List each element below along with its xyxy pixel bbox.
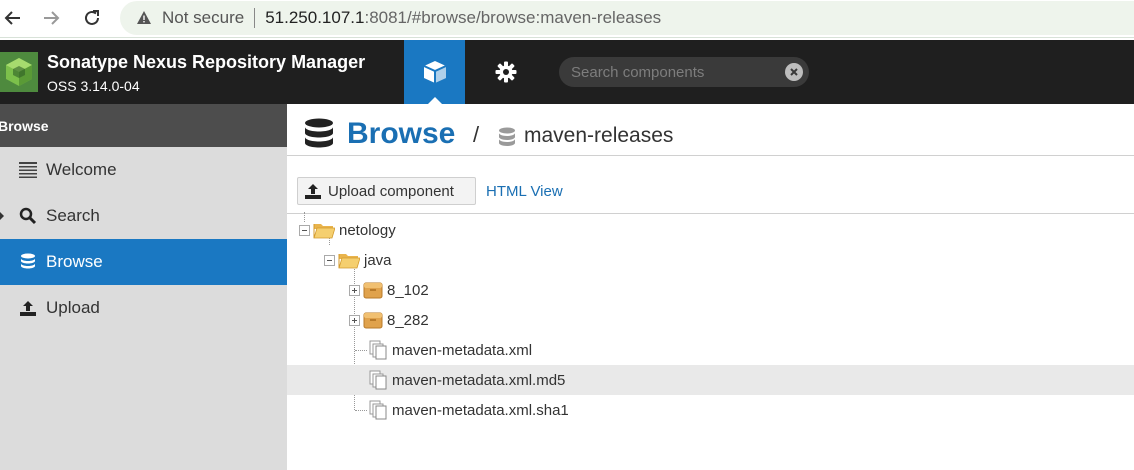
upload-component-label: Upload component bbox=[328, 182, 454, 200]
sidebar-item-browse[interactable]: Browse bbox=[0, 239, 287, 285]
admin-mode-button[interactable] bbox=[480, 40, 532, 104]
sidebar: Browse Welcome Search Browse Upload bbox=[0, 104, 287, 470]
tree-row[interactable]: maven-metadata.xml bbox=[287, 335, 1134, 365]
divider bbox=[254, 8, 256, 28]
upload-icon bbox=[18, 298, 38, 318]
app-title: Sonatype Nexus Repository Manager bbox=[47, 52, 366, 72]
tree-node-label: 8_102 bbox=[387, 281, 429, 299]
sidebar-item-welcome[interactable]: Welcome bbox=[0, 147, 287, 193]
database-icon bbox=[18, 252, 38, 272]
tree-node-label: maven-metadata.xml.sha1 bbox=[392, 401, 569, 419]
forward-button[interactable] bbox=[38, 5, 64, 31]
sidebar-heading-label: Browse bbox=[0, 117, 49, 134]
tree-node-label: netology bbox=[339, 221, 396, 239]
clear-search-icon[interactable] bbox=[785, 63, 803, 81]
url-path: :8081/#browse/browse:maven-releases bbox=[364, 8, 662, 27]
cube-icon bbox=[423, 61, 446, 83]
app-header: Sonatype Nexus Repository Manager OSS 3.… bbox=[0, 40, 1134, 104]
reload-icon bbox=[85, 10, 99, 25]
repository-icon bbox=[499, 127, 515, 146]
database-icon bbox=[305, 118, 333, 148]
expand-arrow-icon[interactable] bbox=[0, 212, 4, 220]
arrow-left-icon bbox=[4, 11, 20, 25]
tree-row[interactable]: 8_102 bbox=[287, 275, 1134, 305]
breadcrumb-separator: / bbox=[473, 122, 480, 147]
search-input[interactable] bbox=[571, 63, 771, 81]
folder-open-icon bbox=[338, 253, 360, 268]
back-button[interactable] bbox=[0, 5, 26, 31]
tree-row[interactable]: 8_282 bbox=[287, 305, 1134, 335]
security-label: Not secure bbox=[162, 8, 245, 27]
upload-component-button[interactable]: Upload component bbox=[297, 177, 476, 205]
url-host: 51.250.107.1 bbox=[265, 8, 365, 27]
warning-icon bbox=[137, 11, 151, 24]
expand-icon[interactable] bbox=[349, 284, 360, 296]
upload-icon bbox=[304, 183, 322, 200]
component-box-icon bbox=[363, 312, 383, 329]
browser-toolbar: Not secure 51.250.107.1:8081/#browse/bro… bbox=[0, 0, 1134, 38]
browse-toolbar: Upload component HTML View bbox=[287, 157, 1134, 214]
address-bar[interactable]: Not secure 51.250.107.1:8081/#browse/bro… bbox=[120, 1, 1134, 35]
sidebar-item-label: Search bbox=[46, 206, 100, 225]
tree-node-label: maven-metadata.xml.md5 bbox=[392, 371, 566, 389]
nexus-logo bbox=[0, 52, 38, 92]
gear-icon bbox=[495, 61, 517, 83]
file-icon bbox=[369, 340, 387, 360]
tree-row[interactable]: netology bbox=[287, 215, 1134, 245]
tree-row[interactable]: maven-metadata.xml.sha1 bbox=[287, 395, 1134, 425]
tree-node-label: maven-metadata.xml bbox=[392, 341, 533, 359]
tree-node-label: java bbox=[364, 251, 392, 269]
folder-open-icon bbox=[313, 223, 335, 238]
sidebar-item-label: Browse bbox=[46, 252, 103, 271]
file-icon bbox=[369, 400, 387, 420]
list-icon bbox=[18, 160, 38, 180]
html-view-link[interactable]: HTML View bbox=[486, 183, 563, 200]
component-search bbox=[559, 57, 809, 87]
sidebar-item-label: Welcome bbox=[46, 160, 117, 179]
expand-icon[interactable] bbox=[349, 314, 360, 326]
collapse-icon[interactable] bbox=[324, 254, 335, 266]
breadcrumb: Browse / maven-releases bbox=[287, 104, 1134, 156]
tree-row[interactable]: maven-metadata.xml.md5 bbox=[287, 365, 1134, 395]
sidebar-item-search[interactable]: Search bbox=[0, 193, 287, 239]
collapse-icon[interactable] bbox=[299, 224, 310, 236]
sidebar-item-label: Upload bbox=[46, 298, 100, 317]
repository-name: maven-releases bbox=[524, 124, 674, 147]
active-caret bbox=[428, 97, 442, 104]
component-tree: netology java 8_102 8_282 maven-metadata… bbox=[287, 212, 1134, 425]
app-version: OSS 3.14.0-04 bbox=[47, 78, 140, 94]
tree-row[interactable]: java bbox=[287, 245, 1134, 275]
component-box-icon bbox=[363, 282, 383, 299]
page-title[interactable]: Browse bbox=[347, 117, 455, 151]
search-icon bbox=[18, 206, 38, 226]
arrow-right-icon bbox=[44, 11, 60, 25]
tree-node-label: 8_282 bbox=[387, 311, 429, 329]
file-icon bbox=[369, 370, 387, 390]
main-panel: Browse / maven-releases Upload component… bbox=[287, 104, 1134, 470]
sidebar-heading: Browse bbox=[0, 104, 287, 147]
sidebar-item-upload[interactable]: Upload bbox=[0, 285, 287, 331]
browse-mode-button[interactable] bbox=[404, 40, 465, 104]
reload-button[interactable] bbox=[79, 5, 105, 31]
